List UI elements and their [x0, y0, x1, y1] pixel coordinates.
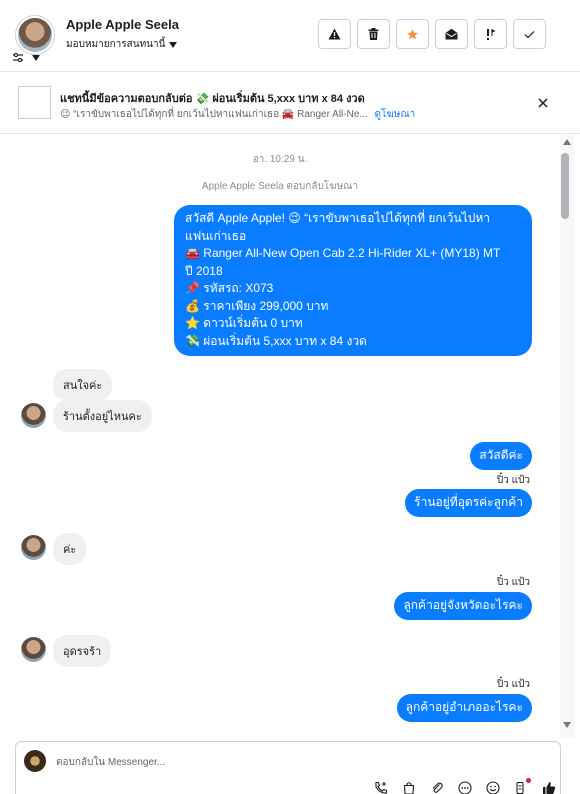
tag-icon [516, 781, 524, 794]
star-button[interactable] [396, 19, 429, 49]
conversation-toolbar [318, 19, 546, 49]
assign-label: มอบหมายการสนทนานี้ [66, 39, 166, 50]
priority-icon [487, 28, 496, 40]
emoji-button[interactable] [484, 780, 502, 794]
composer-toolbar [372, 778, 558, 794]
shopping-bag-icon [403, 782, 415, 794]
outgoing-message[interactable]: ลูกค้าอยู่จังหวัดอะไรคะ [394, 592, 532, 620]
notification-dot [526, 778, 531, 783]
warning-icon [328, 28, 341, 40]
incoming-message[interactable]: ร้านตั้งอยู่ไหนคะ [53, 400, 152, 432]
close-icon[interactable] [536, 96, 550, 110]
attach-file-button[interactable] [428, 780, 446, 794]
outgoing-message[interactable]: สวัสดีค่ะ [470, 442, 532, 470]
message-timestamp: อา. 10:29 น. [252, 154, 308, 165]
ad-message-line: 📌 รหัสรถ: X073 [185, 281, 274, 295]
star-icon [407, 28, 418, 39]
contact-name[interactable]: Apple Apple Seela [66, 17, 179, 32]
mark-done-button[interactable] [513, 19, 546, 49]
view-ad-link[interactable]: ดูโฆษณา [375, 109, 416, 120]
incoming-message[interactable]: ค่ะ [53, 533, 87, 565]
ad-message-line: 💰 ราคาเพียง 299,000 บาท [185, 298, 329, 313]
ad-banner-snippet: 😉 “เราขับพาเธอไปได้ทุกที่ ยกเว้นไปหาแฟนเ… [60, 109, 368, 120]
scrollbar-thumb[interactable] [561, 153, 569, 219]
saved-replies-button[interactable] [400, 780, 418, 794]
contact-avatar-small [21, 535, 46, 560]
page-avatar [24, 750, 46, 772]
filter-dropdown[interactable] [12, 52, 40, 64]
ad-banner-title: แชทนี้มีข้อความตอบกลับต่อ 💸 ผ่อนเริ่มต้น… [60, 93, 365, 105]
assign-conversation-dropdown[interactable]: มอบหมายการสนทนานี้ [66, 37, 178, 52]
ad-message-line: 🚘 Ranger All-New Open Cab 2.2 Hi-Rider X… [185, 246, 501, 260]
mark-unread-button[interactable] [435, 19, 468, 49]
filter-sliders-icon [13, 52, 23, 63]
trash-icon [368, 28, 379, 40]
automation-button[interactable] [512, 778, 531, 794]
more-options-button[interactable] [456, 780, 474, 794]
conversation-header: Apple Apple Seela มอบหมายการสนทนานี้ [0, 0, 580, 72]
reply-input[interactable] [56, 750, 536, 774]
ad-reply-note: Apple Apple Seela ตอบกลับโฆษณา [201, 181, 359, 192]
ad-message-line: สวัสดี Apple Apple! 😉 “เราขับพาเธอไปได้ท… [185, 211, 491, 225]
scroll-up-arrow-icon[interactable] [563, 139, 571, 145]
ad-message-bubble[interactable]: สวัสดี Apple Apple! 😉 “เราขับพาเธอไปได้ท… [174, 205, 532, 356]
sender-name: ปิ๋ว แป้ว [496, 679, 530, 690]
incoming-message[interactable]: อุดรจร้า [53, 635, 112, 667]
mark-spam-button[interactable] [318, 19, 351, 49]
incoming-message[interactable]: สนใจค่ะ [53, 369, 113, 401]
ad-banner-subtitle: 😉 “เราขับพาเธอไปได้ทุกที่ ยกเว้นไปหาแฟนเ… [60, 107, 415, 122]
envelope-open-icon [445, 28, 458, 40]
chevron-down-icon [32, 55, 40, 61]
check-icon [524, 30, 535, 38]
delete-button[interactable] [357, 19, 390, 49]
paperclip-icon [432, 782, 443, 793]
ad-message-line: ⭐ ดาวน์เริ่มต้น 0 บาท [185, 316, 303, 330]
thread-scrollbar[interactable] [560, 135, 574, 738]
thumbs-up-icon [543, 782, 556, 794]
ad-message-line: แฟนเก่าเธอ [185, 228, 247, 243]
priority-button[interactable] [474, 19, 507, 49]
call-button[interactable] [372, 780, 390, 794]
message-thread[interactable]: อา. 10:29 น. Apple Apple Seela ตอบกลับโฆ… [0, 135, 560, 738]
smiley-icon [486, 781, 500, 794]
outgoing-message[interactable]: ลูกค้าอยู่อำเภออะไรคะ [396, 694, 532, 722]
sender-name: ปิ๋ว แป้ว [496, 475, 530, 486]
ad-reply-banner: แชทนี้มีข้อความตอบกลับต่อ 💸 ผ่อนเริ่มต้น… [0, 72, 580, 134]
chevron-down-icon [169, 41, 178, 48]
more-circle-icon [458, 781, 472, 794]
outgoing-message[interactable]: ร้านอยู่ที่อุดรค่ะลูกค้า [405, 489, 532, 517]
ad-message-line: ปี 2018 [185, 263, 223, 278]
reply-composer [15, 741, 561, 794]
like-button[interactable] [540, 780, 558, 794]
contact-avatar-small [21, 403, 46, 428]
sender-name: ปิ๋ว แป้ว [496, 577, 530, 588]
contact-avatar[interactable] [16, 16, 54, 54]
phone-plus-icon [375, 781, 388, 794]
scroll-down-arrow-icon[interactable] [563, 722, 571, 728]
ad-message-line: 💸 ผ่อนเริ่มต้น 5,xxx บาท x 84 งวด [185, 333, 367, 348]
ad-thumbnail[interactable] [18, 86, 51, 119]
contact-avatar-small [21, 637, 46, 662]
